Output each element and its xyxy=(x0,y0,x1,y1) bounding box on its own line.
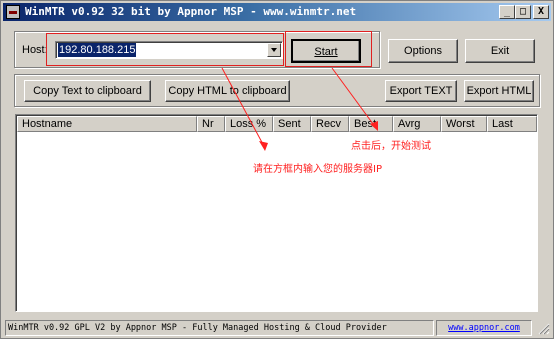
start-note: 点击后，开始测试 xyxy=(351,141,431,152)
host-note: 请在方框内输入您的服务器IP xyxy=(253,164,382,175)
